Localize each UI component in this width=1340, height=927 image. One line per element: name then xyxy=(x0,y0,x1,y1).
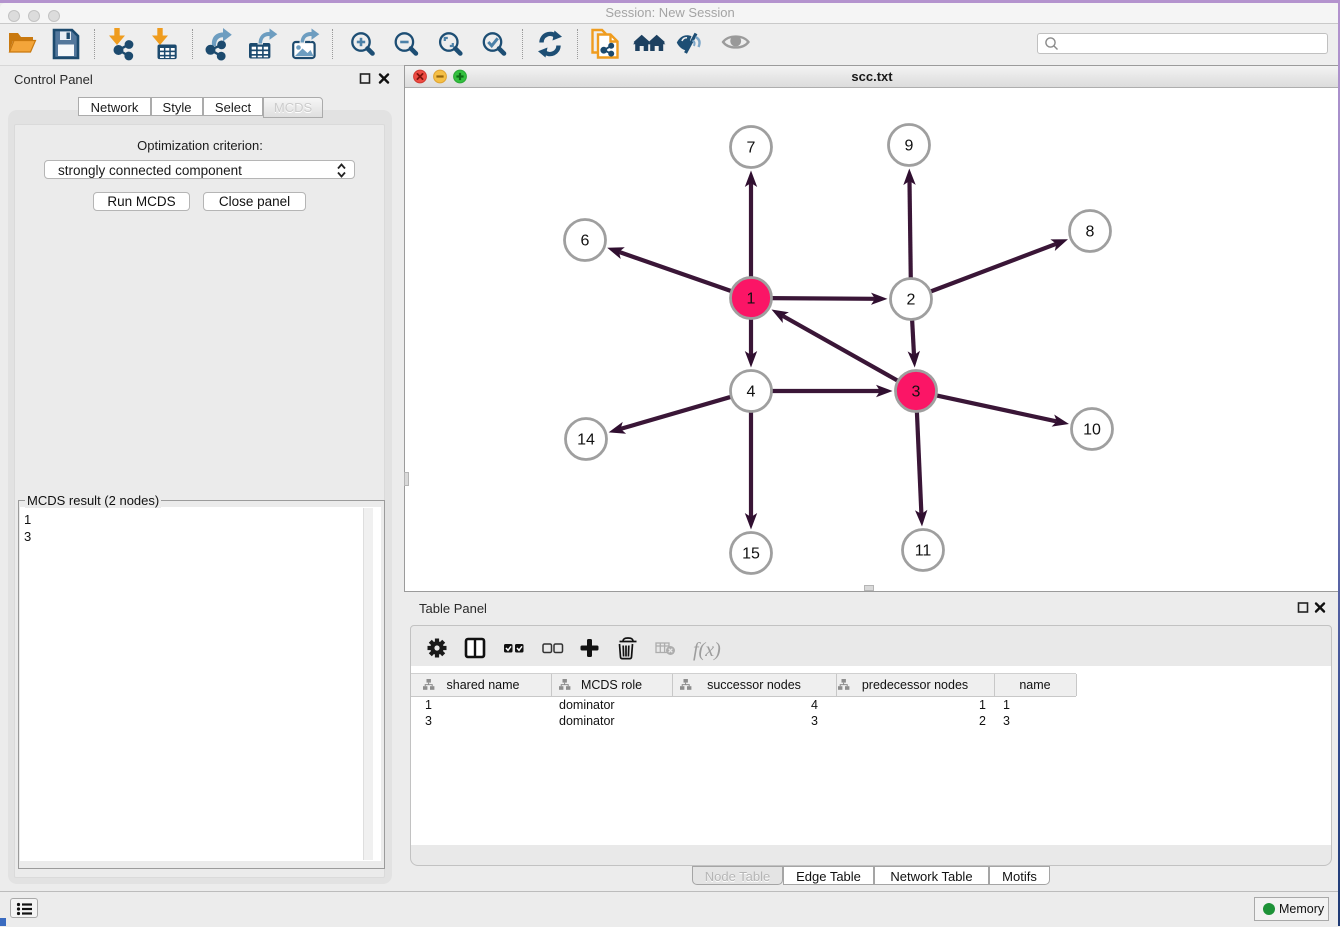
svg-text:6: 6 xyxy=(581,233,590,250)
svg-text:15: 15 xyxy=(742,546,760,563)
svg-text:2: 2 xyxy=(907,292,916,309)
svg-text:3: 3 xyxy=(912,384,921,401)
svg-text:9: 9 xyxy=(905,138,914,155)
svg-text:14: 14 xyxy=(577,432,595,449)
svg-text:4: 4 xyxy=(747,384,756,401)
svg-text:8: 8 xyxy=(1086,224,1095,241)
svg-text:7: 7 xyxy=(747,140,756,157)
svg-text:11: 11 xyxy=(915,543,932,560)
svg-text:f(x): f(x) xyxy=(693,639,721,661)
svg-text:10: 10 xyxy=(1083,422,1101,439)
svg-text:1: 1 xyxy=(747,291,756,308)
